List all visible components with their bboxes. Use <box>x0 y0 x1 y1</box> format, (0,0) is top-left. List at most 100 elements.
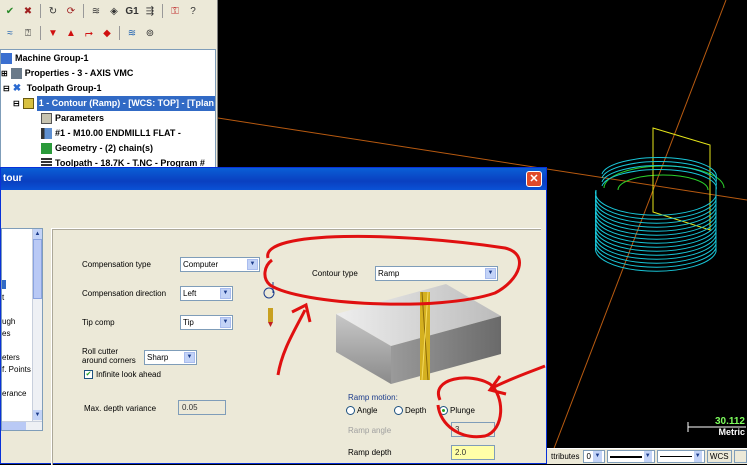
post-selected-icon[interactable]: G1 <box>124 3 140 19</box>
toolbar-separator <box>40 4 41 18</box>
ramp-angle-label: Ramp angle <box>348 426 392 435</box>
toolpath-rings <box>594 157 717 272</box>
wcs-button[interactable]: WCS <box>706 450 732 463</box>
scale-unit: Metric <box>718 427 745 437</box>
ramp-angle-value: 3 <box>455 425 460 434</box>
collapse-icon[interactable]: ⊟ <box>3 81 10 96</box>
expand-icon[interactable]: ⊞ <box>1 66 8 81</box>
ramp-motion-plunge-radio[interactable]: Plunge <box>439 406 475 415</box>
page-item[interactable]: t <box>2 293 4 302</box>
tree-item-geometry[interactable]: Geometry - (2) chain(s) <box>41 141 153 156</box>
verify-icon[interactable]: ◈ <box>106 3 122 19</box>
tree-item-label: Toolpath Group-1 <box>26 83 102 93</box>
toolpath-toolbar-bottom: ≈ ⍰ ▼ ▲ ⮣ ◆ ≋ ⊚ <box>0 22 218 44</box>
regenerate-icon[interactable]: ↻ <box>45 3 61 19</box>
page-item[interactable]: ugh <box>2 317 15 326</box>
lock-toolpath-icon[interactable]: ⊚ <box>142 25 158 41</box>
close-button[interactable]: ✕ <box>526 171 542 187</box>
chevron-down-icon[interactable]: ▼ <box>485 268 496 279</box>
chevron-down-icon[interactable]: ▼ <box>184 352 195 363</box>
scroll-to-insert-icon[interactable]: ◆ <box>99 25 115 41</box>
toolbar-separator <box>83 4 84 18</box>
infinite-look-ahead-label: Infinite look ahead <box>96 370 161 379</box>
compensation-direction-select[interactable]: Left ▼ <box>180 286 233 301</box>
operations-tree[interactable]: Machine Group-1 ⊞ Properties - 3 - AXIS … <box>0 49 216 169</box>
color-value: 0 <box>586 452 591 461</box>
color-select[interactable]: 0 ▼ <box>583 450 605 463</box>
dialog-title: tour <box>3 173 23 184</box>
contour-type-value: Ramp <box>378 269 400 278</box>
toolbar-separator <box>119 26 120 40</box>
tree-item-properties[interactable]: ⊞ Properties - 3 - AXIS VMC <box>1 66 133 81</box>
properties-icon <box>10 68 22 79</box>
compensation-type-value: Computer <box>183 260 219 269</box>
collapse-icon[interactable]: ⊟ <box>13 96 20 111</box>
ramp-depth-field[interactable]: 2.0 <box>451 445 495 460</box>
toggle-posting-icon[interactable]: ⍰ <box>20 25 36 41</box>
toolbar-separator <box>40 26 41 40</box>
tree-item-machine-group[interactable]: Machine Group-1 <box>1 51 89 66</box>
page-item[interactable]: erance <box>2 389 26 398</box>
max-depth-variance-field[interactable]: 0.05 <box>178 400 226 415</box>
select-all-icon[interactable]: ✔ <box>2 3 18 19</box>
backplot-icon[interactable]: ≋ <box>88 3 104 19</box>
insert-arrow-icon[interactable]: ⮣ <box>81 25 97 41</box>
scroll-up-icon[interactable]: ▲ <box>33 229 42 239</box>
radio-dot[interactable] <box>394 406 403 415</box>
chevron-down-icon[interactable]: ▼ <box>643 451 652 462</box>
ramp-angle-field[interactable]: 3 <box>451 422 495 437</box>
chevron-down-icon[interactable]: ▼ <box>693 451 702 462</box>
lock-icon[interactable]: ⚿ <box>167 3 183 19</box>
max-depth-variance-label: Max. depth variance <box>84 404 157 413</box>
close-icon: ✕ <box>529 173 539 185</box>
roll-cutter-select[interactable]: Sharp ▼ <box>144 350 197 365</box>
tree-item-label: Properties - 3 - AXIS VMC <box>24 68 134 78</box>
line-style-select[interactable]: ▼ <box>606 450 655 463</box>
tree-item-tool[interactable]: #1 - M10.00 ENDMILL1 FLAT - <box>41 126 181 141</box>
help-icon[interactable]: ? <box>185 3 201 19</box>
status-bar: ttributes 0 ▼ ▼ ▼ WCS <box>547 448 747 464</box>
tplane-button[interactable] <box>733 450 747 463</box>
tree-item-contour-operation[interactable]: ⊟ 1 - Contour (Ramp) - [WCS: TOP] - [Tpl… <box>13 96 215 111</box>
line-width-select[interactable]: ▼ <box>656 450 705 463</box>
tree-item-toolpath-group[interactable]: ⊟ ✖ Toolpath Group-1 <box>3 81 102 96</box>
chevron-down-icon[interactable]: ▼ <box>247 259 258 270</box>
scroll-thumb[interactable] <box>2 422 26 430</box>
tree-item-parameters[interactable]: Parameters <box>41 111 104 126</box>
radio-dot[interactable] <box>439 406 448 415</box>
scroll-down-icon[interactable]: ▼ <box>33 410 42 420</box>
highfeed-icon[interactable]: ⇶ <box>142 3 158 19</box>
checkbox-box[interactable]: ✔ <box>84 370 93 379</box>
page-item[interactable]: eters <box>2 353 20 362</box>
scale-value: 30.112 <box>714 416 745 427</box>
ramp-motion-angle-radio[interactable]: Angle <box>346 406 377 415</box>
page-item[interactable]: f. Points <box>2 365 31 374</box>
radio-dot[interactable] <box>346 406 355 415</box>
parameter-pages-tree[interactable]: t ugh es eters f. Points erance ▲ ▼ <box>1 228 43 431</box>
attributes-button[interactable]: ttributes <box>549 450 582 463</box>
scroll-thumb[interactable] <box>33 239 42 299</box>
vertical-scrollbar[interactable]: ▲ ▼ <box>32 229 42 430</box>
toggle-display-icon[interactable]: ≈ <box>2 25 18 41</box>
contour-type-select[interactable]: Ramp ▼ <box>375 266 498 281</box>
toggle-toolpath-display-icon[interactable]: ≋ <box>124 25 140 41</box>
horizontal-scrollbar[interactable] <box>2 421 42 430</box>
roll-cutter-label-line1: Roll cutter <box>82 347 119 356</box>
infinite-look-ahead-checkbox[interactable]: ✔ Infinite look ahead <box>84 370 161 379</box>
line-width-preview <box>659 456 692 457</box>
select-failed-icon[interactable]: ✖ <box>20 3 36 19</box>
move-up-icon[interactable]: ▲ <box>63 25 79 41</box>
chevron-down-icon[interactable]: ▼ <box>220 317 231 328</box>
tip-comp-select[interactable]: Tip ▼ <box>180 315 233 330</box>
chevron-down-icon[interactable]: ▼ <box>220 288 231 299</box>
page-item[interactable]: es <box>2 329 10 338</box>
selected-page-marker <box>2 280 6 289</box>
chevron-down-icon[interactable]: ▼ <box>592 451 602 462</box>
dialog-titlebar[interactable]: tour ✕ <box>1 168 546 190</box>
move-down-icon[interactable]: ▼ <box>45 25 61 41</box>
ramp-motion-depth-radio[interactable]: Depth <box>394 406 426 415</box>
ramp-depth-label: Ramp depth <box>348 448 392 457</box>
regenerate-dirty-icon[interactable]: ⟳ <box>63 3 79 19</box>
compensation-type-select[interactable]: Computer ▼ <box>180 257 260 272</box>
y-axis-line <box>547 0 727 464</box>
